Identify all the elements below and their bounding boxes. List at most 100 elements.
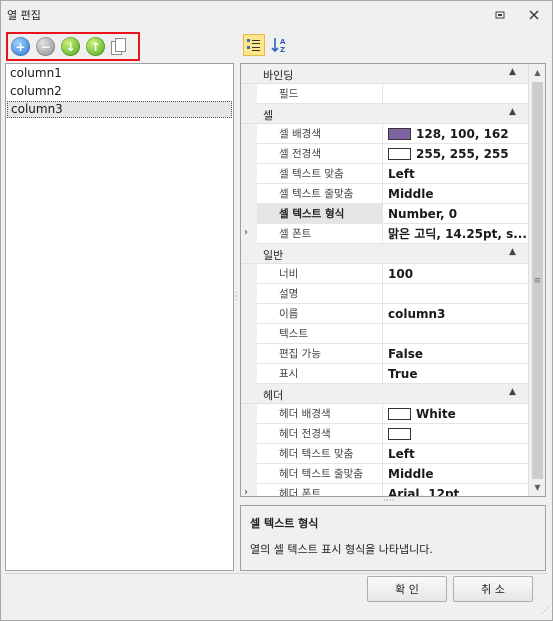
property-row-cell-text-format[interactable]: 셀 텍스트 형식 Number, 0 [241,204,528,224]
color-swatch [388,408,411,420]
vertical-splitter[interactable]: · · · [235,289,238,305]
chevron-right-icon[interactable]: › [244,227,248,238]
cancel-button[interactable]: 취 소 [453,576,533,602]
property-grid-scrollbar[interactable]: ▲ ≡ ▼ [528,64,545,496]
property-row-text[interactable]: 텍스트 [241,324,528,344]
property-value[interactable]: Left [384,444,528,464]
column-list-item-selected[interactable]: column3 [7,101,232,118]
description-text: 열의 셀 텍스트 표시 형식을 나타냅니다. [250,543,433,556]
move-down-icon[interactable]: ↓ [61,37,80,56]
categorized-view-icon[interactable] [243,34,265,56]
property-name: 셀 배경색 [257,124,383,144]
remove-column-icon[interactable]: − [36,37,55,56]
property-row-width[interactable]: 너비 100 [241,264,528,284]
property-name: 너비 [257,264,383,284]
property-value-color[interactable]: 128, 100, 162 [384,124,528,144]
property-name: 셀 텍스트 줄맞춤 [257,184,383,204]
property-value-color[interactable] [384,424,528,444]
property-row-cell-forecolor[interactable]: 셀 전경색 255, 255, 255 [241,144,528,164]
category-general[interactable]: 일반 ▲ [241,244,528,264]
category-cell[interactable]: 셀 ▲ [241,104,528,124]
chevron-up-icon[interactable]: ▲ [509,107,516,117]
property-value[interactable]: Middle [384,464,528,484]
chevron-up-icon[interactable]: ▲ [509,247,516,257]
property-value[interactable]: False [384,344,528,364]
property-name: 편집 가능 [257,344,383,364]
chevron-right-icon[interactable]: › [244,487,248,496]
property-name: 헤더 텍스트 줄맞춤 [257,464,383,484]
property-value: 255, 255, 255 [416,147,509,161]
chevron-up-icon[interactable]: ▲ [509,387,516,397]
category-header[interactable]: 헤더 ▲ [241,384,528,404]
property-value: 128, 100, 162 [416,127,509,141]
category-label: 일반 [263,249,284,262]
restore-icon[interactable] [491,6,509,24]
property-value[interactable]: Number, 0 [384,204,528,224]
svg-text:Z: Z [280,46,285,54]
scroll-down-icon[interactable]: ▼ [529,479,546,496]
property-name: 셀 텍스트 맞춤 [257,164,383,184]
property-value-color[interactable]: White [384,404,528,424]
column-toolbar: + − ↓ ↑ [6,32,140,61]
property-name: 설명 [257,284,383,304]
property-value[interactable]: Arial, 12pt [384,484,528,496]
category-binding[interactable]: 바인딩 ▲ [241,64,528,84]
color-swatch [388,148,411,160]
property-grid-toolbar: A Z [243,34,291,58]
property-name: 헤더 폰트 [257,484,383,496]
description-panel: 셀 텍스트 형식 열의 셀 텍스트 표시 형식을 나타냅니다. [240,505,546,571]
property-name: 헤더 텍스트 맞춤 [257,444,383,464]
property-value[interactable]: 100 [384,264,528,284]
property-name: 표시 [257,364,383,384]
property-row-header-text-align[interactable]: 헤더 텍스트 맞춤 Left [241,444,528,464]
property-row-visible[interactable]: 표시 True [241,364,528,384]
property-row-description[interactable]: 설명 [241,284,528,304]
color-swatch [388,428,411,440]
description-title: 셀 텍스트 형식 [250,517,319,530]
add-column-icon[interactable]: + [11,37,30,56]
title-bar: 열 편집 [1,1,552,29]
property-name: 셀 폰트 [257,224,383,244]
property-value[interactable]: True [384,364,528,384]
move-up-icon[interactable]: ↑ [86,37,105,56]
property-row-cell-text-align[interactable]: 셀 텍스트 맞춤 Left [241,164,528,184]
property-row-field[interactable]: 필드 [241,84,528,104]
copy-icon[interactable] [111,37,127,56]
property-row-cell-line-align[interactable]: 셀 텍스트 줄맞춤 Middle [241,184,528,204]
property-row-cell-font[interactable]: › 셀 폰트 맑은 고딕, 14.25pt, s... [241,224,528,244]
property-name: 헤더 배경색 [257,404,383,424]
close-icon[interactable] [525,6,543,24]
chevron-up-icon[interactable]: ▲ [509,67,516,77]
alphabetical-sort-icon[interactable]: A Z [269,34,291,56]
property-value[interactable] [384,324,528,344]
property-row-header-backcolor[interactable]: 헤더 배경색 White [241,404,528,424]
property-name: 필드 [257,84,383,104]
property-value[interactable]: Left [384,164,528,184]
property-name: 텍스트 [257,324,383,344]
property-row-header-forecolor[interactable]: 헤더 전경색 [241,424,528,444]
property-value[interactable] [384,284,528,304]
property-value: White [416,407,456,421]
scrollbar-thumb[interactable]: ≡ [532,82,543,479]
property-value[interactable] [384,84,528,104]
column-list-item[interactable]: column1 [7,65,232,82]
property-value[interactable]: 맑은 고딕, 14.25pt, s... [384,224,528,244]
property-value[interactable]: column3 [384,304,528,324]
horizontal-splitter[interactable]: ···· [379,497,399,506]
category-label: 셀 [263,109,274,122]
property-row-name[interactable]: 이름 column3 [241,304,528,324]
resize-grip-icon[interactable]: ⋰ [541,607,552,620]
column-editor-dialog: 열 편집 + − ↓ ↑ A Z column1 column2 column3… [0,0,553,621]
column-list[interactable]: column1 column2 column3 [5,63,234,571]
scroll-up-icon[interactable]: ▲ [529,64,546,81]
property-row-editable[interactable]: 편집 가능 False [241,344,528,364]
property-row-header-line-align[interactable]: 헤더 텍스트 줄맞춤 Middle [241,464,528,484]
window-title: 열 편집 [7,9,41,22]
ok-button[interactable]: 확 인 [367,576,447,602]
category-label: 헤더 [263,389,284,402]
column-list-item[interactable]: column2 [7,83,232,100]
property-value-color[interactable]: 255, 255, 255 [384,144,528,164]
color-swatch [388,128,411,140]
property-row-cell-backcolor[interactable]: 셀 배경색 128, 100, 162 [241,124,528,144]
property-value[interactable]: Middle [384,184,528,204]
